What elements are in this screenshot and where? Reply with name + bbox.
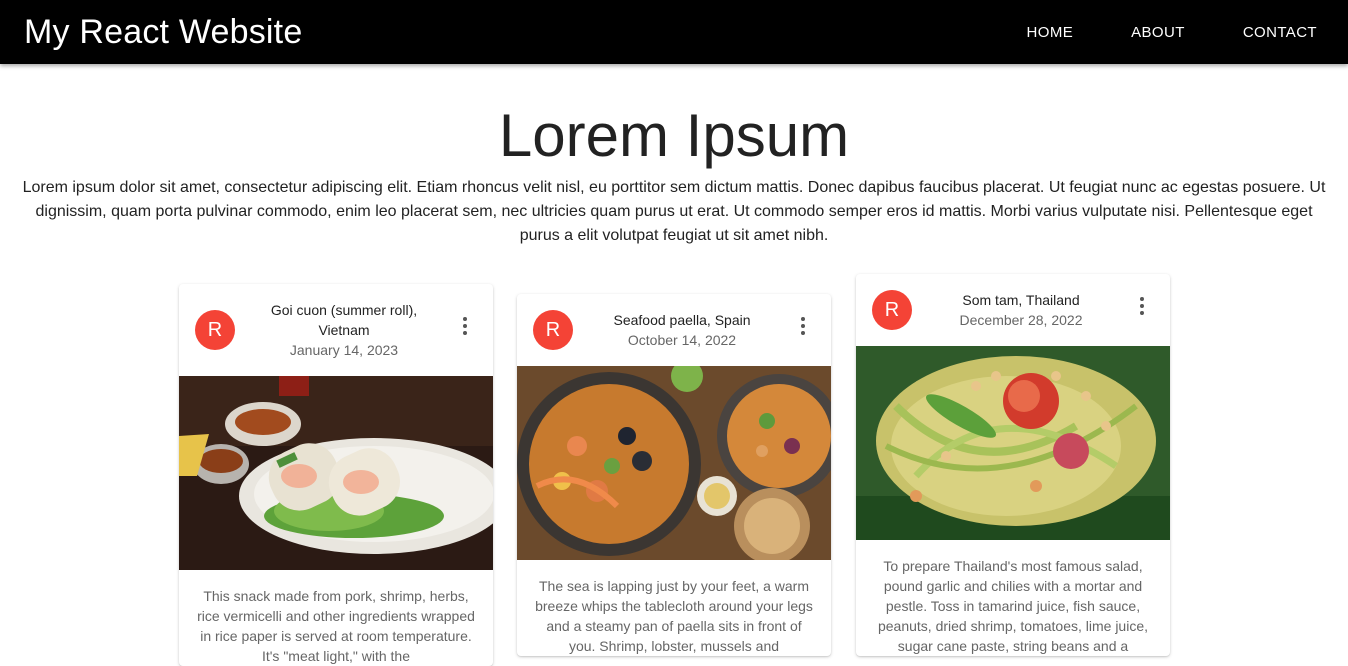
card-header: R Seafood paella, Spain October 14, 2022	[517, 294, 831, 366]
avatar: R	[533, 310, 573, 350]
card-date: October 14, 2022	[627, 332, 737, 348]
card-description: To prepare Thailand's most famous salad,…	[877, 558, 1148, 654]
more-vert-icon[interactable]	[1130, 294, 1154, 318]
card-title: Som tam, Thailand	[962, 292, 1080, 308]
card-date: December 28, 2022	[959, 312, 1083, 328]
nav-contact-button[interactable]: CONTACT	[1243, 16, 1317, 49]
card-header-text: Som tam, Thailand December 28, 2022	[912, 290, 1130, 330]
card-image-som-tam	[856, 346, 1170, 540]
avatar: R	[195, 310, 235, 350]
site-title: My React Website	[24, 12, 303, 51]
hero-section: Lorem Ipsum Lorem ipsum dolor sit amet, …	[0, 96, 1348, 248]
card-image-summer-rolls	[179, 376, 493, 570]
card-date: January 14, 2023	[289, 342, 399, 358]
nav-home-button[interactable]: HOME	[1027, 16, 1074, 49]
more-vert-icon[interactable]	[453, 314, 477, 338]
recipe-card-goi-cuon: R Goi cuon (summer roll), Vietnam Januar…	[179, 284, 493, 666]
recipe-card-som-tam: R Som tam, Thailand December 28, 2022 To…	[856, 274, 1170, 656]
card-header: R Goi cuon (summer roll), Vietnam Januar…	[179, 284, 493, 376]
card-header-text: Seafood paella, Spain October 14, 2022	[573, 310, 791, 350]
card-header: R Som tam, Thailand December 28, 2022	[856, 274, 1170, 346]
card-description: The sea is lapping just by your feet, a …	[535, 578, 813, 654]
intro-paragraph: Lorem ipsum dolor sit amet, consectetur …	[22, 179, 1326, 244]
app-bar: My React Website HOME ABOUT CONTACT	[0, 0, 1348, 64]
more-vert-icon[interactable]	[791, 314, 815, 338]
nav-about-button[interactable]: ABOUT	[1131, 16, 1185, 49]
card-description: This snack made from pork, shrimp, herbs…	[197, 588, 475, 664]
card-header-text: Goi cuon (summer roll), Vietnam January …	[235, 300, 453, 360]
avatar: R	[872, 290, 912, 330]
card-title: Goi cuon (summer roll), Vietnam	[270, 302, 418, 338]
card-title: Seafood paella, Spain	[613, 312, 751, 328]
card-image-paella	[517, 366, 831, 560]
recipe-card-paella: R Seafood paella, Spain October 14, 2022…	[517, 294, 831, 656]
page-title: Lorem Ipsum	[498, 102, 850, 169]
main-nav: HOME ABOUT CONTACT	[969, 16, 1317, 49]
